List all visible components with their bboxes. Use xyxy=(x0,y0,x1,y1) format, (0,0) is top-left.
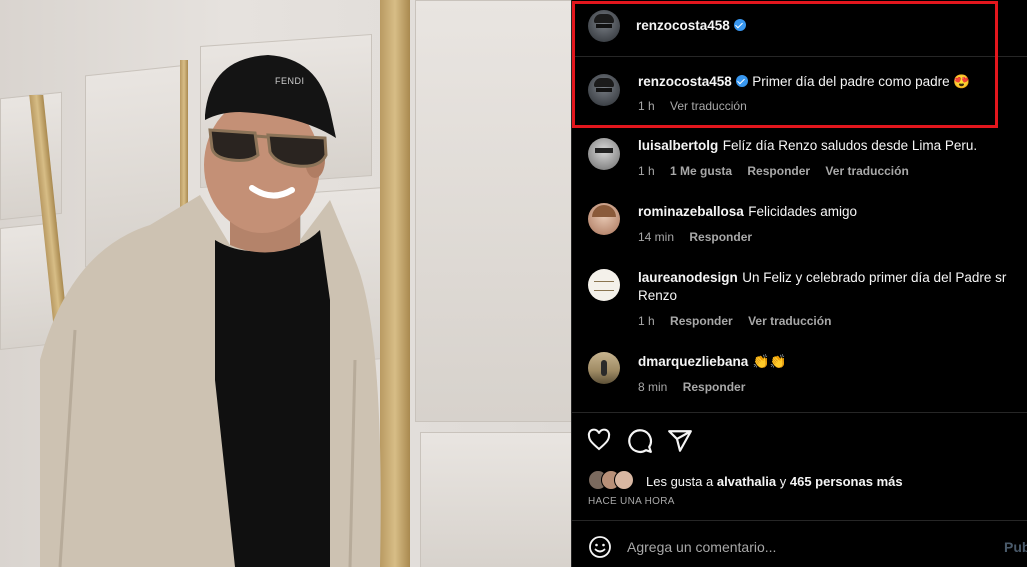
post-timestamp: HACE UNA HORA xyxy=(588,496,675,507)
likers-avatars[interactable] xyxy=(588,470,640,490)
comment-icon[interactable] xyxy=(627,428,653,454)
likes-user[interactable]: alvathalia xyxy=(717,474,776,489)
shirt-shape xyxy=(215,230,330,567)
comment-avatar[interactable] xyxy=(588,138,620,170)
comment-meta: 1 h Responder Ver traducción xyxy=(638,314,843,328)
comment-time: 1 h xyxy=(638,164,655,178)
comment-text: 👏👏 xyxy=(752,354,787,369)
likes-summary: Les gusta a alvathalia y 465 personas má… xyxy=(646,474,903,489)
comment-item: rominazeballosa Felicidades amigo xyxy=(638,203,1008,221)
cap-logo: FENDI xyxy=(275,76,305,86)
comment-item: laureanodesign Un Feliz y celebrado prim… xyxy=(638,269,1008,305)
comment-username[interactable]: rominazeballosa xyxy=(638,204,744,219)
reply-button[interactable]: Responder xyxy=(683,380,746,394)
emoji-icon[interactable] xyxy=(588,535,612,559)
likes-prefix: Les gusta a xyxy=(646,474,714,489)
comment-username[interactable]: dmarquezliebana xyxy=(638,354,748,369)
comment-username[interactable]: luisalbertolg xyxy=(638,138,718,153)
comment-time: 14 min xyxy=(638,230,675,244)
reply-button[interactable]: Responder xyxy=(670,314,733,328)
comment-text: Felicidades amigo xyxy=(748,204,858,219)
comment-item: dmarquezliebana 👏👏 xyxy=(638,353,1008,371)
comment-time: 1 h xyxy=(638,314,655,328)
comment-avatar[interactable] xyxy=(588,203,620,235)
reply-button[interactable]: Responder xyxy=(747,164,810,178)
comment-input[interactable]: Agrega un comentario... xyxy=(627,539,776,555)
translate-link[interactable]: Ver traducción xyxy=(825,164,908,178)
comment-username[interactable]: laureanodesign xyxy=(638,270,738,285)
comment-avatar[interactable] xyxy=(588,352,620,384)
heart-icon[interactable] xyxy=(586,428,612,452)
highlight-box xyxy=(572,1,998,128)
comment-avatar[interactable] xyxy=(588,269,620,301)
comment-time: 8 min xyxy=(638,380,668,394)
comment-meta: 8 min Responder xyxy=(638,380,757,394)
comment-likes[interactable]: 1 Me gusta xyxy=(670,164,732,178)
share-icon[interactable] xyxy=(667,428,693,454)
comment-meta: 1 h 1 Me gusta Responder Ver traducción xyxy=(638,164,921,178)
actions-divider xyxy=(572,412,1027,413)
post-photo[interactable]: FENDI xyxy=(0,0,571,567)
likes-mid: y xyxy=(779,474,787,489)
translate-link[interactable]: Ver traducción xyxy=(748,314,831,328)
reply-button[interactable]: Responder xyxy=(689,230,752,244)
comment-text: Felíz día Renzo saludos desde Lima Peru. xyxy=(722,138,978,153)
comment-item: luisalbertolg Felíz día Renzo saludos de… xyxy=(638,137,1008,155)
likes-count[interactable]: 465 personas más xyxy=(790,474,903,489)
comment-meta: 14 min Responder xyxy=(638,230,764,244)
publish-button[interactable]: Publicar xyxy=(1004,539,1027,555)
composer-divider xyxy=(572,520,1027,521)
